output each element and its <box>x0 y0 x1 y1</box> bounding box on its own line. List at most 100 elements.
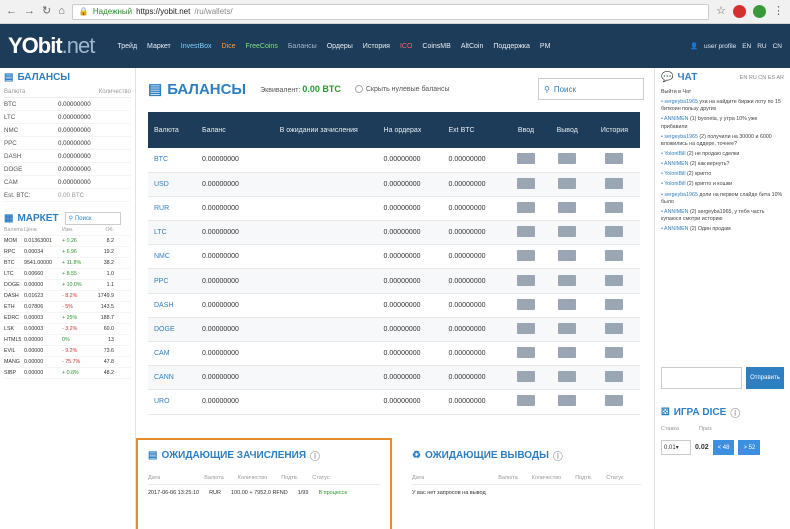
reload-icon[interactable]: ↻ <box>42 6 51 17</box>
menu-item[interactable]: InvestBox <box>176 43 217 50</box>
history-button[interactable] <box>605 274 624 286</box>
deposit-button[interactable] <box>516 201 535 213</box>
logo[interactable]: YObit.net <box>8 33 95 59</box>
user-box[interactable]: 👤 user profile EN RU CN <box>690 42 782 51</box>
deposit-button[interactable] <box>516 153 535 165</box>
menu-item[interactable]: Маркет <box>142 43 176 50</box>
withdraw-button[interactable] <box>558 153 577 165</box>
chat-send-button[interactable]: Отправить <box>746 367 784 390</box>
lang-en[interactable]: EN <box>742 43 751 50</box>
history-button[interactable] <box>605 395 624 407</box>
history-button[interactable] <box>605 201 624 213</box>
deposit-button[interactable] <box>516 298 535 310</box>
market-row[interactable]: HTML5 0.00000 0% 13 <box>4 335 131 346</box>
withdraw-button[interactable] <box>558 298 577 310</box>
deposit-button[interactable] <box>516 226 535 238</box>
market-row[interactable]: MOM 0.01363001 + 0.26 8.2 <box>4 236 131 247</box>
currency-link[interactable]: URO <box>148 389 196 415</box>
currency-link[interactable]: DASH <box>148 293 196 318</box>
column-header[interactable]: Ext BTC <box>442 112 507 148</box>
column-header[interactable]: В ожидании зачисления <box>259 112 378 148</box>
address-bar[interactable]: 🔒 Надежный https://yobit.net/ru/wallets/ <box>71 3 710 20</box>
withdraw-button[interactable] <box>558 371 577 383</box>
currency-link[interactable]: CANN <box>148 365 196 391</box>
forward-icon[interactable]: → <box>24 6 35 17</box>
menu-item[interactable]: Ордеры <box>322 43 358 50</box>
currency-link[interactable]: CAM <box>148 341 196 367</box>
market-row[interactable]: EDRC 0.00003 + 25% 188.7 <box>4 313 131 324</box>
chat-user[interactable]: • sergeyba1965 <box>661 99 699 105</box>
menu-item[interactable]: Балансы <box>283 43 322 50</box>
withdraw-button[interactable] <box>558 250 577 262</box>
menu-item[interactable]: Dice <box>217 43 241 50</box>
extension-icon[interactable] <box>733 5 746 18</box>
menu-item[interactable]: CoinsMB <box>417 43 455 50</box>
chat-user[interactable]: • YoloniBill <box>661 171 687 177</box>
hide-zero-toggle[interactable]: Скрыть нулевые балансы <box>354 85 450 93</box>
chat-user[interactable]: • ANNIMEN <box>661 116 690 122</box>
history-button[interactable] <box>605 177 624 189</box>
dice-low-button[interactable]: < 48 <box>712 440 735 456</box>
chat-user[interactable]: • ANNIMEN <box>661 161 690 167</box>
column-header[interactable]: История <box>588 112 640 148</box>
deposit-button[interactable] <box>516 395 535 407</box>
deposit-button[interactable] <box>516 371 535 383</box>
balance-search[interactable]: ⚲ Поиск <box>538 78 644 100</box>
currency-link[interactable]: USD <box>148 172 196 197</box>
market-row[interactable]: LSK 0.00003 - 3.2% 60.0 <box>4 324 131 335</box>
market-row[interactable]: EVIL 0.00000 - 9.2% 73.6 <box>4 346 131 357</box>
history-button[interactable] <box>605 226 624 238</box>
history-button[interactable] <box>605 322 624 334</box>
lang-ru[interactable]: RU <box>757 43 766 50</box>
currency-link[interactable]: DOGE <box>148 317 196 343</box>
home-icon[interactable]: ⌂ <box>58 6 65 17</box>
market-row[interactable]: BTC 9541.00000 + 11.8% 38.2 <box>4 258 131 269</box>
withdraw-button[interactable] <box>558 347 577 359</box>
menu-item[interactable]: ICO <box>395 43 417 50</box>
history-button[interactable] <box>605 347 624 359</box>
extension-icon[interactable] <box>753 5 766 18</box>
menu-item[interactable]: Поддержка <box>488 43 535 50</box>
chat-input[interactable] <box>661 367 742 390</box>
withdraw-button[interactable] <box>558 274 577 286</box>
menu-item[interactable]: Трейд <box>112 43 142 50</box>
deposit-button[interactable] <box>516 274 535 286</box>
currency-link[interactable]: BTC <box>148 148 196 173</box>
deposit-button[interactable] <box>516 322 535 334</box>
market-search[interactable]: ⚲ Поиск <box>64 212 121 225</box>
market-row[interactable]: DOGE 0.00000 + 10.0% 1.1 <box>4 280 131 291</box>
history-button[interactable] <box>605 371 624 383</box>
currency-link[interactable]: LTC <box>148 220 196 246</box>
dice-amount[interactable]: 0.01 ▾ <box>661 440 691 456</box>
column-header[interactable]: Валюта <box>148 112 196 148</box>
withdraw-button[interactable] <box>558 395 577 407</box>
withdraw-button[interactable] <box>558 226 577 238</box>
menu-item[interactable]: PM <box>535 43 556 50</box>
menu-icon[interactable]: ⋮ <box>773 6 784 17</box>
menu-item[interactable]: FreeCoins <box>241 43 283 50</box>
chat-user[interactable]: • ANNIMEN <box>661 209 690 215</box>
back-icon[interactable]: ← <box>6 6 17 17</box>
withdraw-button[interactable] <box>558 201 577 213</box>
withdraw-button[interactable] <box>558 177 577 189</box>
chat-user[interactable]: • sergeyba1965 <box>661 192 699 198</box>
dice-high-button[interactable]: > 52 <box>738 440 761 456</box>
currency-link[interactable]: NMC <box>148 244 196 270</box>
column-header[interactable]: На ордерах <box>377 112 443 148</box>
deposit-button[interactable] <box>516 177 535 189</box>
withdraw-button[interactable] <box>558 322 577 334</box>
market-row[interactable]: ETH 0.07806 - 5% 143.5 <box>4 302 131 313</box>
menu-item[interactable]: AltCoin <box>456 43 489 50</box>
menu-item[interactable]: История <box>358 43 395 50</box>
chat-user[interactable]: • YoloniBill <box>661 181 687 187</box>
column-header[interactable]: Вывод <box>545 112 589 148</box>
deposit-button[interactable] <box>516 347 535 359</box>
star-icon[interactable]: ☆ <box>716 6 726 17</box>
market-row[interactable]: DASH 0.01623 - 8.2% 1749.9 <box>4 291 131 302</box>
history-button[interactable] <box>605 298 624 310</box>
currency-link[interactable]: RUR <box>148 196 196 222</box>
currency-link[interactable]: PPC <box>148 268 196 294</box>
chat-user[interactable]: • sergeyba1965 <box>661 134 699 140</box>
market-row[interactable]: RPC 0.00034 + 6.96 19.2 <box>4 247 131 258</box>
column-header[interactable]: Ввод <box>506 112 546 148</box>
